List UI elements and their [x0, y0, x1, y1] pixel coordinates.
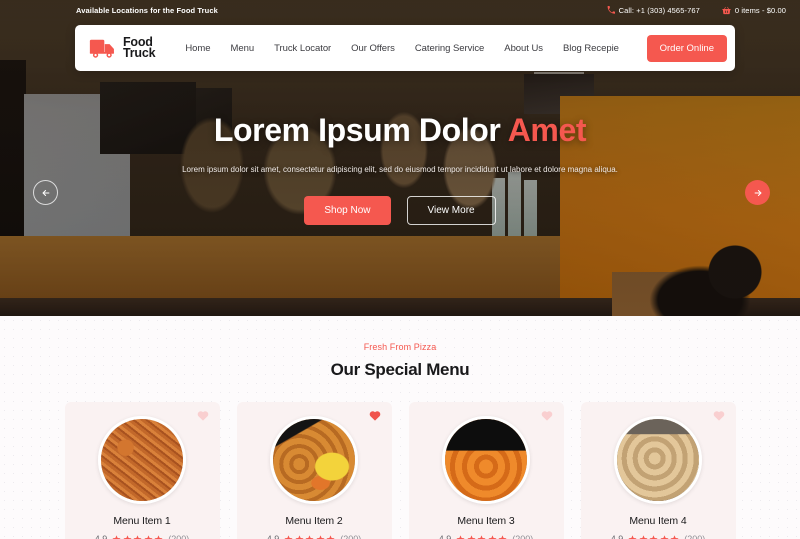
topbar-tagline: Available Locations for the Food Truck — [76, 5, 218, 15]
menu-item-name: Menu Item 3 — [457, 515, 515, 527]
hero-button-group: Shop Now View More — [0, 196, 800, 225]
favorite-heart-icon[interactable] — [369, 410, 381, 421]
topbar-contact-group: Call: +1 (303) 4565-767 0 items - $0.00 — [607, 6, 786, 15]
hero-headline-accent: Amet — [507, 112, 587, 148]
menu-card-list: Menu Item 1 4.9 (200) Menu Item 2 4.9 (2… — [0, 402, 800, 539]
logo-wordmark: Food Truck — [123, 36, 156, 60]
truck-icon — [89, 38, 117, 59]
top-announcement-bar: Available Locations for the Food Truck C… — [0, 0, 800, 20]
phone-number-label: Call: +1 (303) 4565-767 — [618, 5, 700, 15]
menu-item-name: Menu Item 1 — [113, 515, 171, 527]
rating-score: 4.9 — [438, 534, 452, 539]
shop-now-button[interactable]: Shop Now — [304, 196, 391, 225]
hero-subtitle: Lorem ipsum dolor sit amet, consectetur … — [182, 165, 618, 174]
favorite-heart-icon[interactable] — [197, 410, 209, 421]
menu-item-rating: 4.9 (200) — [610, 534, 706, 539]
menu-item-rating: 4.9 (200) — [94, 534, 190, 539]
menu-item-rating: 4.9 (200) — [438, 534, 534, 539]
nav-item-home[interactable]: Home — [185, 43, 210, 54]
menu-item-rating: 4.9 (200) — [266, 534, 362, 539]
hero-content: Lorem Ipsum Dolor Amet Lorem ipsum dolor… — [0, 112, 800, 225]
rating-count: (200) — [340, 534, 362, 539]
arrow-left-icon — [41, 188, 51, 198]
logo-line-2: Truck — [123, 46, 156, 60]
menu-item-name: Menu Item 4 — [629, 515, 687, 527]
site-logo[interactable]: Food Truck — [89, 36, 156, 60]
section-title: Our Special Menu — [330, 360, 470, 379]
cart-total-label: 0 items - $0.00 — [734, 5, 786, 15]
nav-item-our-offers[interactable]: Our Offers — [351, 43, 395, 54]
rating-stars — [456, 534, 507, 539]
favorite-heart-icon[interactable] — [541, 410, 553, 421]
menu-item-image — [442, 416, 530, 504]
rating-stars — [284, 534, 335, 539]
nav-item-blog-recepie[interactable]: Blog Recepie — [563, 43, 619, 54]
nav-item-menu[interactable]: Menu — [231, 43, 255, 54]
rating-score: 4.9 — [610, 534, 624, 539]
carousel-next-button[interactable] — [745, 180, 770, 205]
page-root: Available Locations for the Food Truck C… — [0, 0, 800, 539]
nav-item-catering-service[interactable]: Catering Service — [415, 43, 484, 54]
menu-card[interactable]: Menu Item 2 4.9 (200) — [236, 402, 392, 539]
menu-item-image — [270, 416, 358, 504]
main-navigation-bar: Food Truck Home Menu Truck Locator Our O… — [75, 25, 735, 71]
rating-score: 4.9 — [94, 534, 108, 539]
menu-item-image — [98, 416, 186, 504]
carousel-prev-button[interactable] — [33, 180, 58, 205]
menu-card[interactable]: Menu Item 3 4.9 (200) — [408, 402, 564, 539]
hero-headline-main: Lorem Ipsum Dolor — [213, 112, 508, 148]
arrow-right-icon — [753, 188, 763, 198]
favorite-heart-icon[interactable] — [713, 410, 725, 421]
rating-count: (200) — [168, 534, 190, 539]
view-more-button[interactable]: View More — [406, 196, 496, 225]
hero-headline: Lorem Ipsum Dolor Amet — [0, 112, 800, 149]
rating-stars — [112, 534, 163, 539]
cart-summary[interactable]: 0 items - $0.00 — [722, 6, 786, 15]
nav-item-about-us[interactable]: About Us — [504, 43, 543, 54]
rating-score: 4.9 — [266, 534, 280, 539]
menu-card[interactable]: Menu Item 4 4.9 (200) — [580, 402, 736, 539]
rating-count: (200) — [684, 534, 706, 539]
rating-count: (200) — [512, 534, 534, 539]
special-menu-section: Fresh From Pizza Our Special Menu Menu I… — [0, 316, 800, 539]
phone-contact[interactable]: Call: +1 (303) 4565-767 — [607, 6, 700, 15]
nav-links: Home Menu Truck Locator Our Offers Cater… — [185, 43, 619, 54]
nav-item-truck-locator[interactable]: Truck Locator — [274, 43, 331, 54]
section-eyebrow: Fresh From Pizza — [363, 342, 437, 352]
order-online-button[interactable]: Order Online — [646, 34, 727, 62]
phone-icon — [607, 6, 615, 14]
menu-card[interactable]: Menu Item 1 4.9 (200) — [64, 402, 220, 539]
rating-stars — [628, 534, 679, 539]
menu-item-name: Menu Item 2 — [285, 515, 343, 527]
menu-item-image — [614, 416, 702, 504]
basket-icon — [722, 6, 731, 15]
